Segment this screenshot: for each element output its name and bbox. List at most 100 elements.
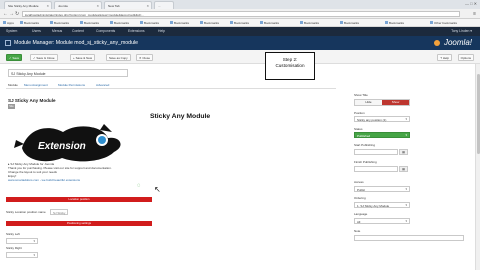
browser-tab[interactable]: New Tab ✕ — [104, 1, 152, 9]
ordering-select[interactable]: 1. SJ Sticky Any Module — [354, 202, 410, 208]
save-copy-button[interactable]: Save as Copy — [106, 54, 131, 61]
page-title: Module Manager: Module mod_sj_sticky_any… — [14, 40, 138, 46]
reload-icon[interactable]: ↻ — [15, 11, 19, 17]
hide-option[interactable]: Hide — [355, 100, 382, 105]
bookmark-item[interactable]: Bookmarks — [200, 21, 219, 25]
browser-tab[interactable]: Joomla ✕ — [54, 1, 102, 9]
save-close-button[interactable]: ✓ Save & Close — [30, 54, 58, 61]
tab-label: Joomla — [58, 4, 68, 8]
calendar-icon[interactable]: ▦ — [399, 166, 408, 172]
options-button[interactable]: Options — [457, 54, 474, 61]
admin-menu-item[interactable]: Extensions — [128, 29, 145, 33]
close-tab-icon[interactable]: ✕ — [46, 4, 49, 8]
admin-menu-item[interactable]: Help — [158, 29, 165, 33]
admin-menu-item[interactable]: Content — [72, 29, 84, 33]
admin-menu-bar: System Users Menus Content Components Ex… — [0, 27, 480, 36]
help-button[interactable]: ? Help — [437, 54, 452, 61]
finish-publishing-input[interactable] — [354, 166, 398, 172]
tab-advanced[interactable]: Advanced — [96, 83, 109, 87]
back-icon[interactable]: ← — [3, 11, 8, 17]
status-select[interactable]: Published — [354, 132, 410, 138]
section-header-location: Location position — [6, 197, 152, 202]
address-bar: ← → ↻ localhost/administrator/index.php?… — [0, 9, 480, 19]
note-input[interactable] — [354, 235, 464, 241]
sticky-right-select[interactable] — [6, 252, 38, 258]
sticky-left-select[interactable] — [6, 238, 38, 244]
site-badge: Site — [8, 104, 15, 109]
bookmark-item[interactable]: Apps — [3, 21, 14, 25]
vertical-scrollbar[interactable] — [475, 64, 480, 270]
tab-module-permissions[interactable]: Module Permissions — [58, 83, 85, 87]
module-heading: Sticky Any Module — [150, 113, 211, 120]
calendar-icon[interactable]: ▦ — [399, 149, 408, 155]
close-button[interactable]: ✕ Close — [136, 54, 154, 61]
status-label: Status — [354, 127, 363, 131]
bookmark-item[interactable]: Bookmarks — [260, 21, 279, 25]
callout-line: Customisation — [275, 62, 305, 68]
browser-tab[interactable]: ... — [154, 1, 174, 9]
bookmark-item[interactable]: Bookmarks — [50, 21, 69, 25]
bookmark-item[interactable]: Bookmarks — [300, 21, 319, 25]
browser-tabstrip: Site Sticky Any Module ✕ Joomla ✕ New Tab ✕… — [0, 0, 480, 9]
bookmark-item[interactable]: Bookmarks — [230, 21, 249, 25]
tab-label: ... — [158, 4, 161, 8]
save-button[interactable]: ✓ Save — [6, 54, 23, 61]
show-title-toggle[interactable]: Hide Show — [354, 99, 410, 106]
field-label: Sticky Right — [6, 246, 22, 250]
module-title: SJ Sticky Any Module — [8, 98, 56, 103]
tab-label: New Tab — [108, 4, 120, 8]
toolbar: ✓ Save ✓ Save & Close + Save & New Save … — [0, 50, 480, 64]
description-link[interactable]: www.smartaddons.com - we build beautiful… — [8, 178, 138, 182]
admin-menu-item[interactable]: System — [6, 29, 17, 33]
admin-menu-item[interactable]: Menus — [52, 29, 62, 33]
bookmark-item[interactable]: Bookmarks — [385, 21, 404, 25]
language-select[interactable]: All — [354, 218, 410, 224]
joomla-logo-icon — [434, 40, 440, 46]
bookmark-item[interactable]: Bookmarks — [80, 21, 99, 25]
tab-menu-assignment[interactable]: Menu Assignment — [24, 83, 48, 87]
access-label: Access — [354, 180, 364, 184]
bookmark-item[interactable]: Bookmarks — [20, 21, 39, 25]
module-tabs: Module Menu Assignment Module Permission… — [6, 81, 336, 89]
page-header: Module Manager: Module mod_sj_sticky_any… — [0, 36, 480, 50]
extension-logo-text: Extension — [38, 141, 86, 152]
close-tab-icon[interactable]: ✕ — [146, 4, 149, 8]
window-controls[interactable]: — □ ✕ — [465, 1, 477, 6]
position-select[interactable]: Sticky any position (1) — [354, 116, 410, 122]
url-input[interactable]: localhost/administrator/index.php?option… — [22, 11, 460, 17]
position-label: Position — [354, 111, 365, 115]
start-publishing-label: Start Publishing — [354, 143, 376, 147]
bookmarks-bar: Apps Bookmarks Bookmarks Bookmarks Bookm… — [0, 19, 480, 27]
start-publishing-input[interactable] — [354, 149, 398, 155]
module-title-input[interactable]: SJ Sticky Any Module — [8, 69, 128, 77]
loading-spinner-icon: ◌ — [137, 183, 141, 189]
admin-menu-item[interactable]: Users — [32, 29, 41, 33]
browser-menu-icon[interactable]: ≡ — [473, 11, 476, 17]
close-tab-icon[interactable]: ✕ — [96, 4, 99, 8]
access-select[interactable]: Public — [354, 186, 410, 192]
browser-tab[interactable]: Site Sticky Any Module ✕ — [4, 1, 52, 9]
field-label: Sticky Left — [6, 232, 20, 236]
user-menu[interactable]: Tony Linden ▾ — [451, 29, 472, 33]
tab-module[interactable]: Module — [8, 83, 18, 87]
forward-icon[interactable]: → — [9, 11, 14, 17]
bookmark-item[interactable]: Bookmarks — [140, 21, 159, 25]
bookmark-item[interactable]: Bookmarks — [110, 21, 129, 25]
show-option[interactable]: Show — [382, 100, 409, 105]
mouse-cursor-icon: ↖ — [154, 185, 161, 194]
show-title-label: Show Title — [354, 93, 368, 97]
language-label: Language — [354, 212, 368, 216]
sticky-position-input[interactable]: SJ Sticky — [50, 209, 68, 215]
admin-menu-item[interactable]: Components — [96, 29, 115, 33]
bookmark-item[interactable]: Bookmarks — [170, 21, 189, 25]
note-label: Note — [354, 229, 361, 233]
bookmark-item[interactable]: Bookmarks — [340, 21, 359, 25]
module-description: ▸ SJ Sticky Any Module for Joomla Thank … — [8, 162, 138, 182]
ordering-label: Ordering — [354, 196, 366, 200]
finish-publishing-label: Finish Publishing — [354, 160, 377, 164]
bookmark-item[interactable]: Other bookmarks — [430, 21, 457, 25]
tab-label: Site Sticky Any Module — [8, 4, 39, 8]
save-new-button[interactable]: + Save & New — [70, 54, 96, 61]
module-cube-icon — [5, 40, 11, 46]
step-callout: Step 2: Customisation — [265, 52, 315, 80]
